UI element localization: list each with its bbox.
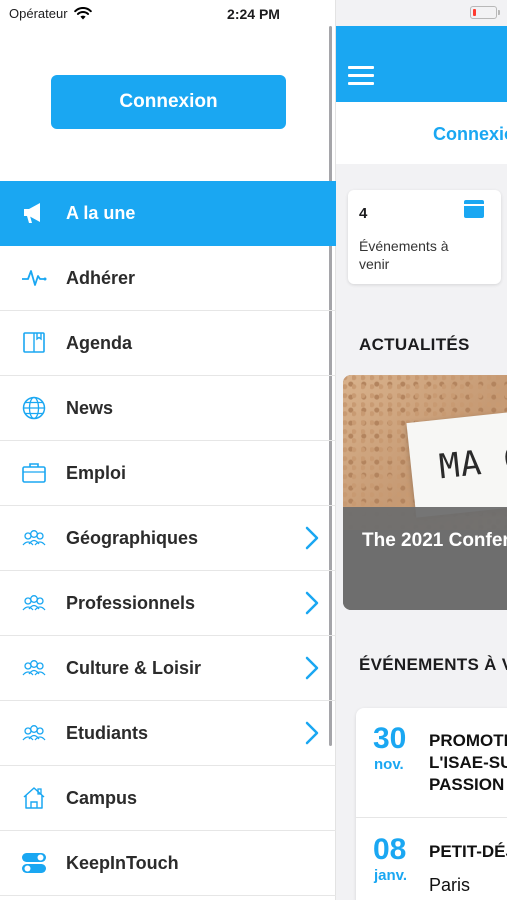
menu-item-keepintouch[interactable]: KeepInTouch: [0, 831, 336, 896]
menu-item-agenda[interactable]: Agenda: [0, 311, 336, 376]
menu-item-label: Emploi: [66, 462, 127, 483]
chevron-right-icon: [305, 526, 319, 550]
briefcase-icon: [0, 460, 68, 486]
news-title: The 2021 Conference: [362, 530, 507, 551]
event-day: 08: [373, 833, 407, 866]
menu-item-label: Campus: [66, 787, 138, 808]
group-icon: [0, 655, 68, 681]
chevron-right-icon: [305, 656, 319, 680]
login-button[interactable]: Connexion: [51, 75, 286, 129]
events-count-label: Événements à venir: [359, 238, 449, 272]
news-section-title: ACTUALITÉS: [359, 335, 470, 354]
battery-icon: [470, 6, 500, 19]
home-icon: [0, 785, 68, 811]
event-title-line: PROMOTION: [429, 731, 507, 750]
chevron-right-icon: [305, 721, 319, 745]
hamburger-menu-icon[interactable]: [348, 66, 374, 86]
news-card[interactable]: MA C The 2021 Conference: [343, 375, 507, 610]
menu-item-label: Agenda: [66, 332, 133, 353]
event-title: PROMOTION L'ISAE-SUPAERO PASSION: [429, 730, 507, 796]
event-month: janv.: [374, 867, 408, 884]
event-title-line: L'ISAE-SUPAERO: [429, 753, 507, 772]
event-title: PETIT-DÉJEUNER: [429, 841, 507, 863]
status-bar: Opérateur 2:24 PM: [0, 0, 507, 26]
clock: 2:24 PM: [227, 6, 280, 22]
globe-icon: [0, 395, 68, 421]
event-title-line: PASSION: [429, 775, 505, 794]
book-icon: [0, 330, 68, 356]
events-section-title: ÉVÉNEMENTS À VENIR: [359, 655, 507, 674]
menu-item-a-la-une[interactable]: A la une: [0, 181, 336, 246]
top-bar: [336, 26, 507, 102]
menu-item-label: KeepInTouch: [66, 852, 179, 873]
menu-item-label: Culture & Loisir: [66, 657, 202, 678]
chevron-right-icon: [305, 591, 319, 615]
menu-item-emploi[interactable]: Emploi: [0, 441, 336, 506]
menu-item-label: Etudiants: [66, 722, 149, 743]
megaphone-icon: [0, 200, 68, 226]
menu-item-news[interactable]: News: [0, 376, 336, 441]
menu-item-culture-loisir[interactable]: Culture & Loisir: [0, 636, 336, 701]
connect-link[interactable]: Connexion: [433, 124, 507, 145]
menu-item-label: Adhérer: [66, 267, 136, 288]
menu-item-etudiants[interactable]: Etudiants: [0, 701, 336, 766]
menu-item-professionnels[interactable]: Professionnels: [0, 571, 336, 636]
events-count: 4: [359, 205, 368, 222]
group-icon: [0, 590, 68, 616]
menu-item-label: Géographiques: [66, 527, 199, 548]
menu-item-label: News: [66, 397, 114, 418]
menu-item-adherer[interactable]: Adhérer: [0, 246, 336, 311]
toggle-icon: [0, 850, 68, 876]
event-item[interactable]: 30 nov. PROMOTION L'ISAE-SUPAERO PASSION: [356, 708, 507, 818]
event-title-line: PETIT-DÉJEUNER: [429, 842, 507, 861]
event-item[interactable]: 08 janv. PETIT-DÉJEUNER Paris: [356, 819, 507, 900]
event-day: 30: [373, 722, 407, 755]
pulse-icon: [0, 265, 68, 291]
news-image-text: MA C: [437, 438, 507, 488]
connect-strip: Connexion: [336, 102, 507, 164]
group-icon: [0, 720, 68, 746]
drawer-menu: A la une Adhérer Agenda News Emploi Géog…: [0, 181, 336, 896]
events-list: 30 nov. PROMOTION L'ISAE-SUPAERO PASSION…: [356, 708, 507, 900]
menu-item-geographiques[interactable]: Géographiques: [0, 506, 336, 571]
event-month: nov.: [374, 756, 404, 773]
menu-item-campus[interactable]: Campus: [0, 766, 336, 831]
news-overlay: [343, 507, 507, 610]
menu-item-label: A la une: [66, 202, 136, 223]
upcoming-events-card[interactable]: 4 Événements à venir: [348, 190, 501, 284]
main-content: Connexion 4 Événements à venir ACTUALITÉ…: [336, 0, 507, 900]
menu-item-label: Professionnels: [66, 592, 196, 613]
group-icon: [0, 525, 68, 551]
side-drawer: Connexion A la une Adhérer Agenda News E…: [0, 0, 336, 900]
calendar-icon: [464, 200, 484, 218]
event-place: Paris: [429, 875, 471, 895]
